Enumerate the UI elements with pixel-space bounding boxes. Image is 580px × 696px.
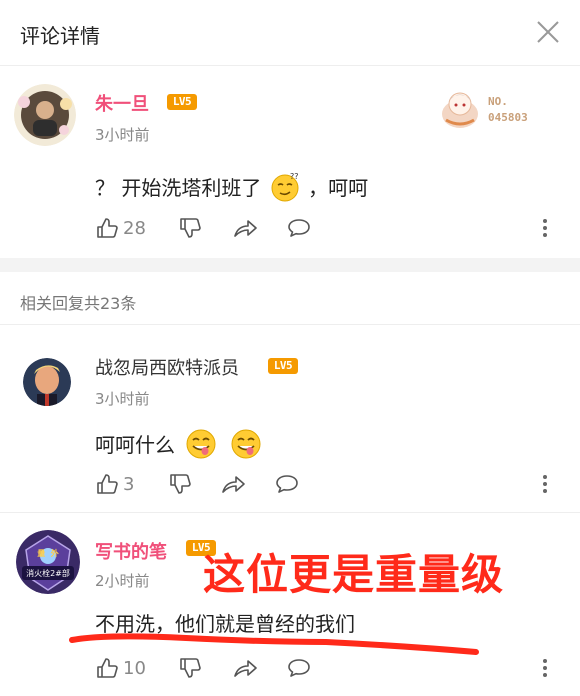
thumbs-down-icon[interactable] — [168, 472, 192, 496]
divider — [0, 324, 580, 325]
share-icon[interactable] — [220, 472, 246, 496]
timestamp: 3小时前 — [95, 390, 150, 408]
level-badge: LV5 — [268, 358, 298, 374]
more-icon[interactable] — [542, 218, 548, 238]
red-underline-stroke — [69, 633, 479, 655]
comment-text: ？ 开始洗塔利班了 ?? ，呵呵 — [95, 172, 369, 202]
avatar[interactable] — [14, 84, 76, 146]
replies-count: 相关回复共23条 — [20, 294, 137, 313]
anime-girl-icon — [442, 92, 478, 128]
username[interactable]: 战忽局西欧特派员 — [95, 354, 239, 380]
timestamp: 3小时前 — [95, 126, 150, 144]
like-button[interactable]: 28 — [95, 216, 146, 240]
decoration-badge: NO. 045803 — [436, 84, 556, 132]
comment-icon[interactable] — [274, 472, 300, 496]
avatar[interactable] — [23, 358, 71, 406]
section-divider — [0, 258, 580, 272]
tongue-out-emoji-icon — [186, 429, 216, 459]
comment-icon[interactable] — [286, 216, 312, 240]
username[interactable]: 写书的笔 — [95, 538, 167, 564]
like-button[interactable]: 3 — [95, 472, 134, 496]
header: 评论详情 — [0, 0, 580, 66]
close-icon[interactable] — [534, 18, 562, 46]
avatar-bottom-text: 消火栓2#部 — [26, 569, 70, 578]
timestamp: 2小时前 — [95, 572, 150, 590]
svg-text:??: ?? — [290, 172, 299, 181]
like-count: 10 — [123, 657, 146, 679]
divider — [0, 512, 580, 513]
thumbs-down-icon[interactable] — [178, 216, 202, 240]
username[interactable]: 朱一旦 — [95, 90, 149, 116]
badge-number: 045803 — [488, 111, 528, 124]
level-badge: LV5 — [167, 94, 197, 110]
avatar[interactable]: 量 外 消火栓2#部 — [16, 530, 80, 594]
share-icon[interactable] — [232, 216, 258, 240]
comment-text: 呵呵什么 — [95, 428, 262, 460]
thumbs-up-icon — [97, 474, 118, 494]
thinking-emoji-icon: ?? — [271, 172, 299, 202]
badge-number-label: NO. — [488, 95, 508, 108]
avatar-top-text: 量 外 — [37, 549, 59, 558]
page-title: 评论详情 — [20, 24, 100, 48]
more-icon[interactable] — [542, 658, 548, 678]
like-count: 28 — [123, 217, 146, 239]
tongue-out-emoji-icon — [231, 429, 261, 459]
thumbs-up-icon — [97, 218, 118, 238]
like-count: 3 — [123, 473, 135, 495]
more-icon[interactable] — [542, 474, 548, 494]
annotation-text: 这位更是重量级 — [203, 550, 505, 599]
